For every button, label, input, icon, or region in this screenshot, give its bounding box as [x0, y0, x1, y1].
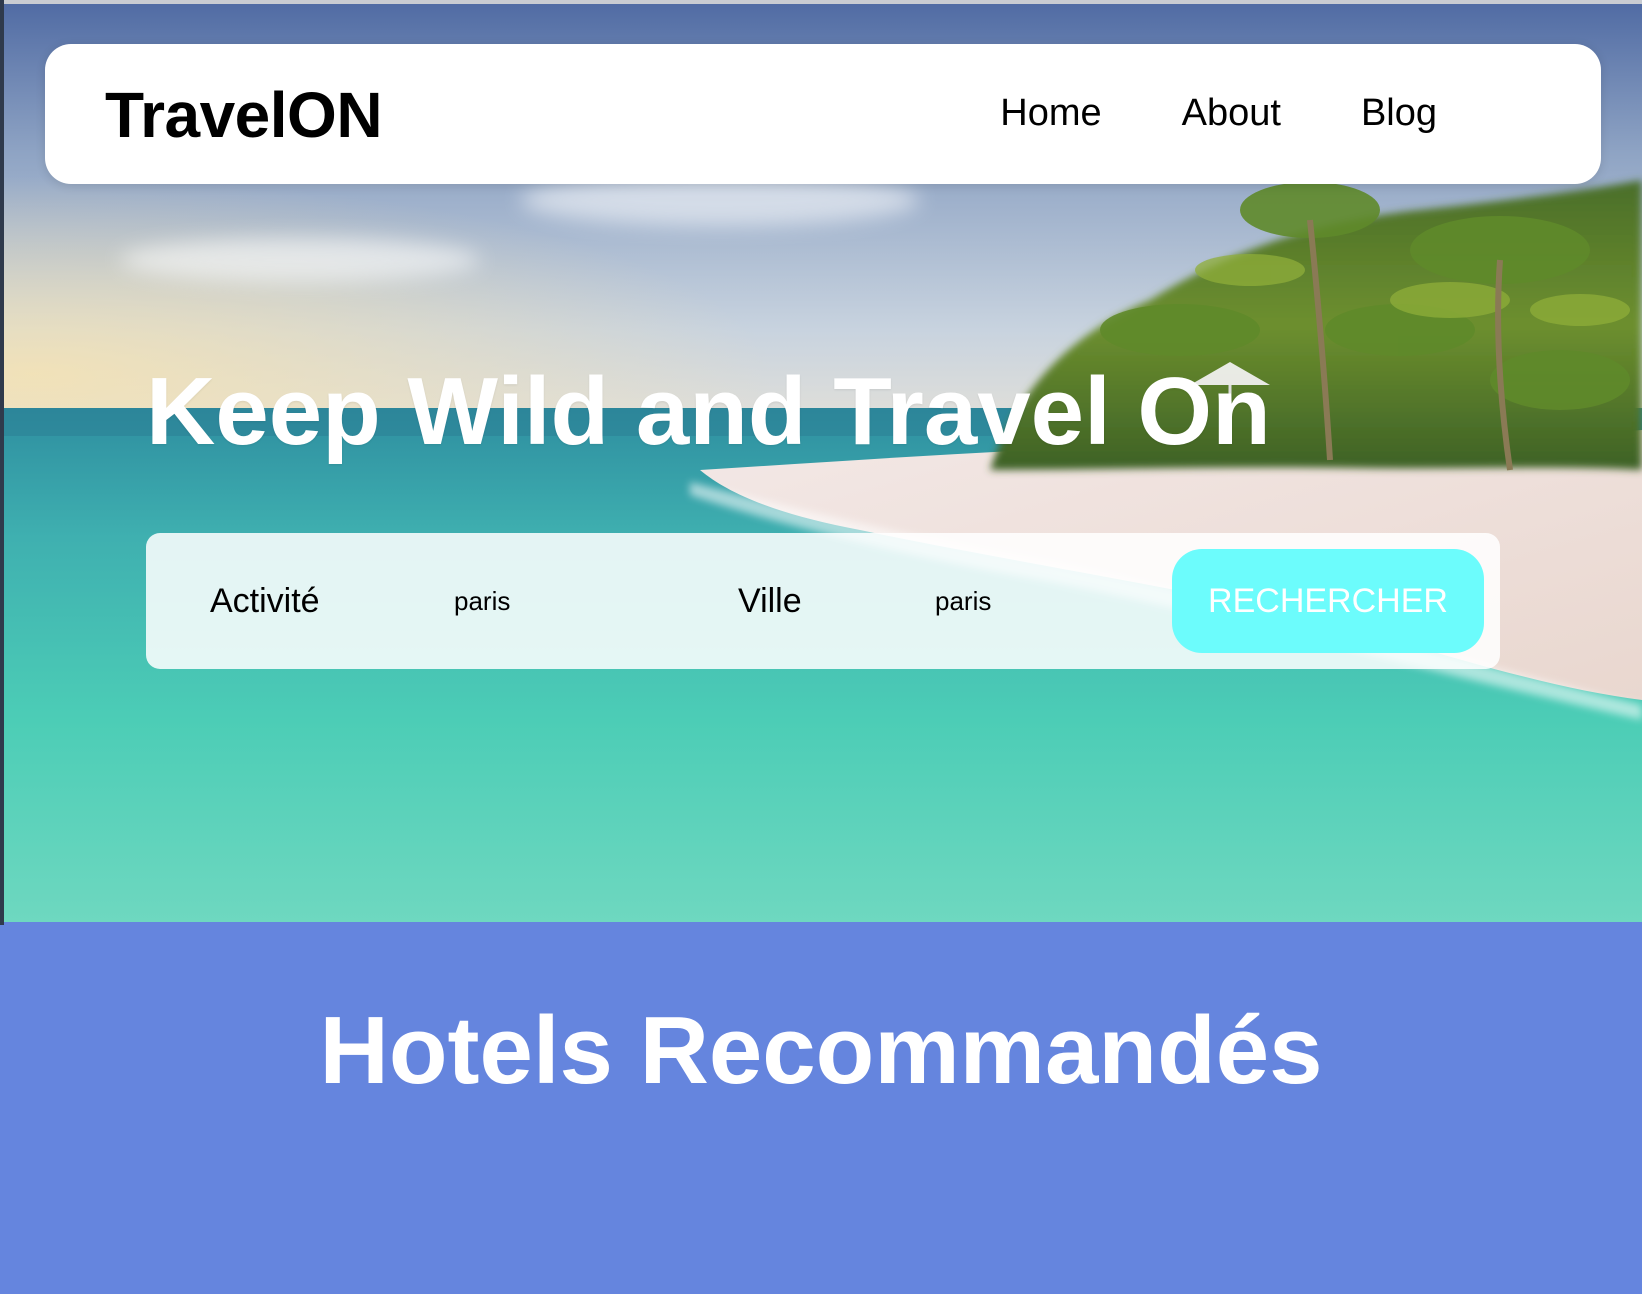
nav-link-blog[interactable]: Blog — [1361, 88, 1437, 138]
recommended-hotels-section: Hotels Recommandés — [0, 922, 1642, 1294]
hero-headline: Keep Wild and Travel On — [146, 358, 1271, 465]
section-title: Hotels Recommandés — [319, 997, 1323, 1104]
navbar: TravelON Home About Blog — [45, 44, 1601, 184]
search-bar: Activité Ville RECHERCHER — [146, 533, 1500, 669]
search-button[interactable]: RECHERCHER — [1172, 549, 1484, 653]
brand-logo[interactable]: TravelON — [105, 80, 383, 150]
nav-link-home[interactable]: Home — [1000, 88, 1101, 138]
browser-top-edge — [0, 0, 1642, 4]
activity-label: Activité — [210, 582, 320, 620]
activity-input[interactable] — [454, 581, 694, 621]
city-label: Ville — [738, 582, 802, 620]
city-input[interactable] — [935, 581, 1175, 621]
page: TravelON Home About Blog Keep Wild and T… — [0, 0, 1642, 1294]
nav-links: Home About Blog — [1000, 88, 1437, 138]
browser-left-edge — [0, 0, 4, 925]
nav-link-about[interactable]: About — [1182, 88, 1281, 138]
